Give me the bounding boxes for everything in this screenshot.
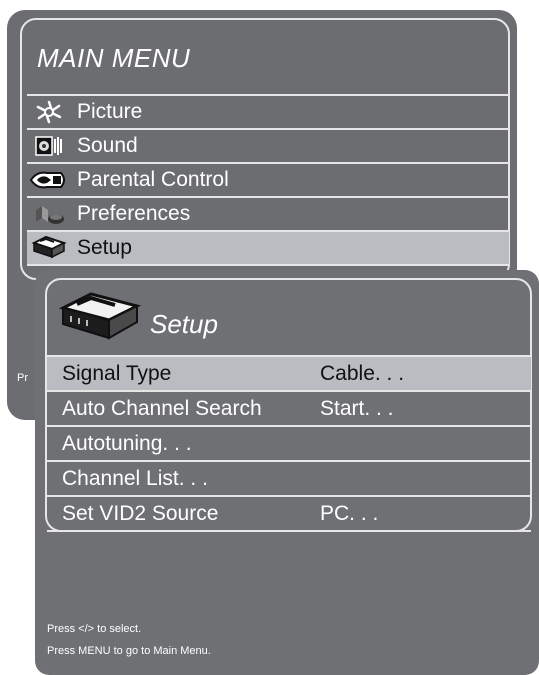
setup-item-value: PC. . . bbox=[320, 501, 379, 525]
menu-item-parental-control[interactable]: Parental Control bbox=[27, 162, 509, 196]
setup-item-set-vid2-source[interactable]: Set VID2 Source PC. . . bbox=[47, 495, 531, 532]
setup-icon bbox=[27, 231, 71, 265]
menu-item-preferences[interactable]: Preferences bbox=[27, 196, 509, 230]
menu-item-picture[interactable]: Picture bbox=[27, 94, 509, 128]
parental-control-icon bbox=[27, 163, 71, 197]
setup-item-name: Set VID2 Source bbox=[62, 501, 219, 525]
setup-item-autotuning[interactable]: Autotuning. . . bbox=[47, 425, 531, 460]
setup-item-auto-channel-search[interactable]: Auto Channel Search Start. . . bbox=[47, 390, 531, 425]
picture-icon bbox=[27, 95, 71, 129]
menu-item-sound[interactable]: Sound bbox=[27, 128, 509, 162]
setup-item-name: Signal Type bbox=[62, 361, 172, 385]
help-text-main-menu: Press MENU to go to Main Menu. bbox=[47, 645, 211, 657]
setup-item-name: Auto Channel Search bbox=[62, 396, 262, 420]
setup-item-name: Channel List. . . bbox=[62, 466, 208, 490]
setup-menu-title: Setup bbox=[150, 309, 218, 339]
setup-menu-panel: Setup Signal Type Cable. . . Auto Channe… bbox=[35, 270, 539, 675]
menu-item-label: Picture bbox=[77, 100, 143, 123]
setup-item-channel-list[interactable]: Channel List. . . bbox=[47, 460, 531, 495]
setup-icon bbox=[58, 290, 142, 351]
setup-item-value: Start. . . bbox=[320, 396, 394, 420]
menu-item-label: Setup bbox=[77, 236, 132, 259]
menu-item-label: Preferences bbox=[77, 202, 191, 225]
main-menu-title: MAIN MENU bbox=[37, 43, 191, 73]
menu-item-setup[interactable]: Setup bbox=[27, 230, 509, 266]
setup-item-name: Autotuning. . . bbox=[62, 431, 192, 455]
menu-item-label: Parental Control bbox=[77, 168, 229, 191]
preferences-icon bbox=[27, 197, 71, 231]
help-text-select: Press </> to select. bbox=[47, 623, 142, 635]
menu-item-label: Sound bbox=[77, 134, 138, 157]
main-help-text: Pr bbox=[17, 372, 28, 384]
setup-item-value: Cable. . . bbox=[320, 361, 405, 385]
setup-item-signal-type[interactable]: Signal Type Cable. . . bbox=[47, 355, 531, 390]
sound-icon bbox=[27, 129, 71, 163]
